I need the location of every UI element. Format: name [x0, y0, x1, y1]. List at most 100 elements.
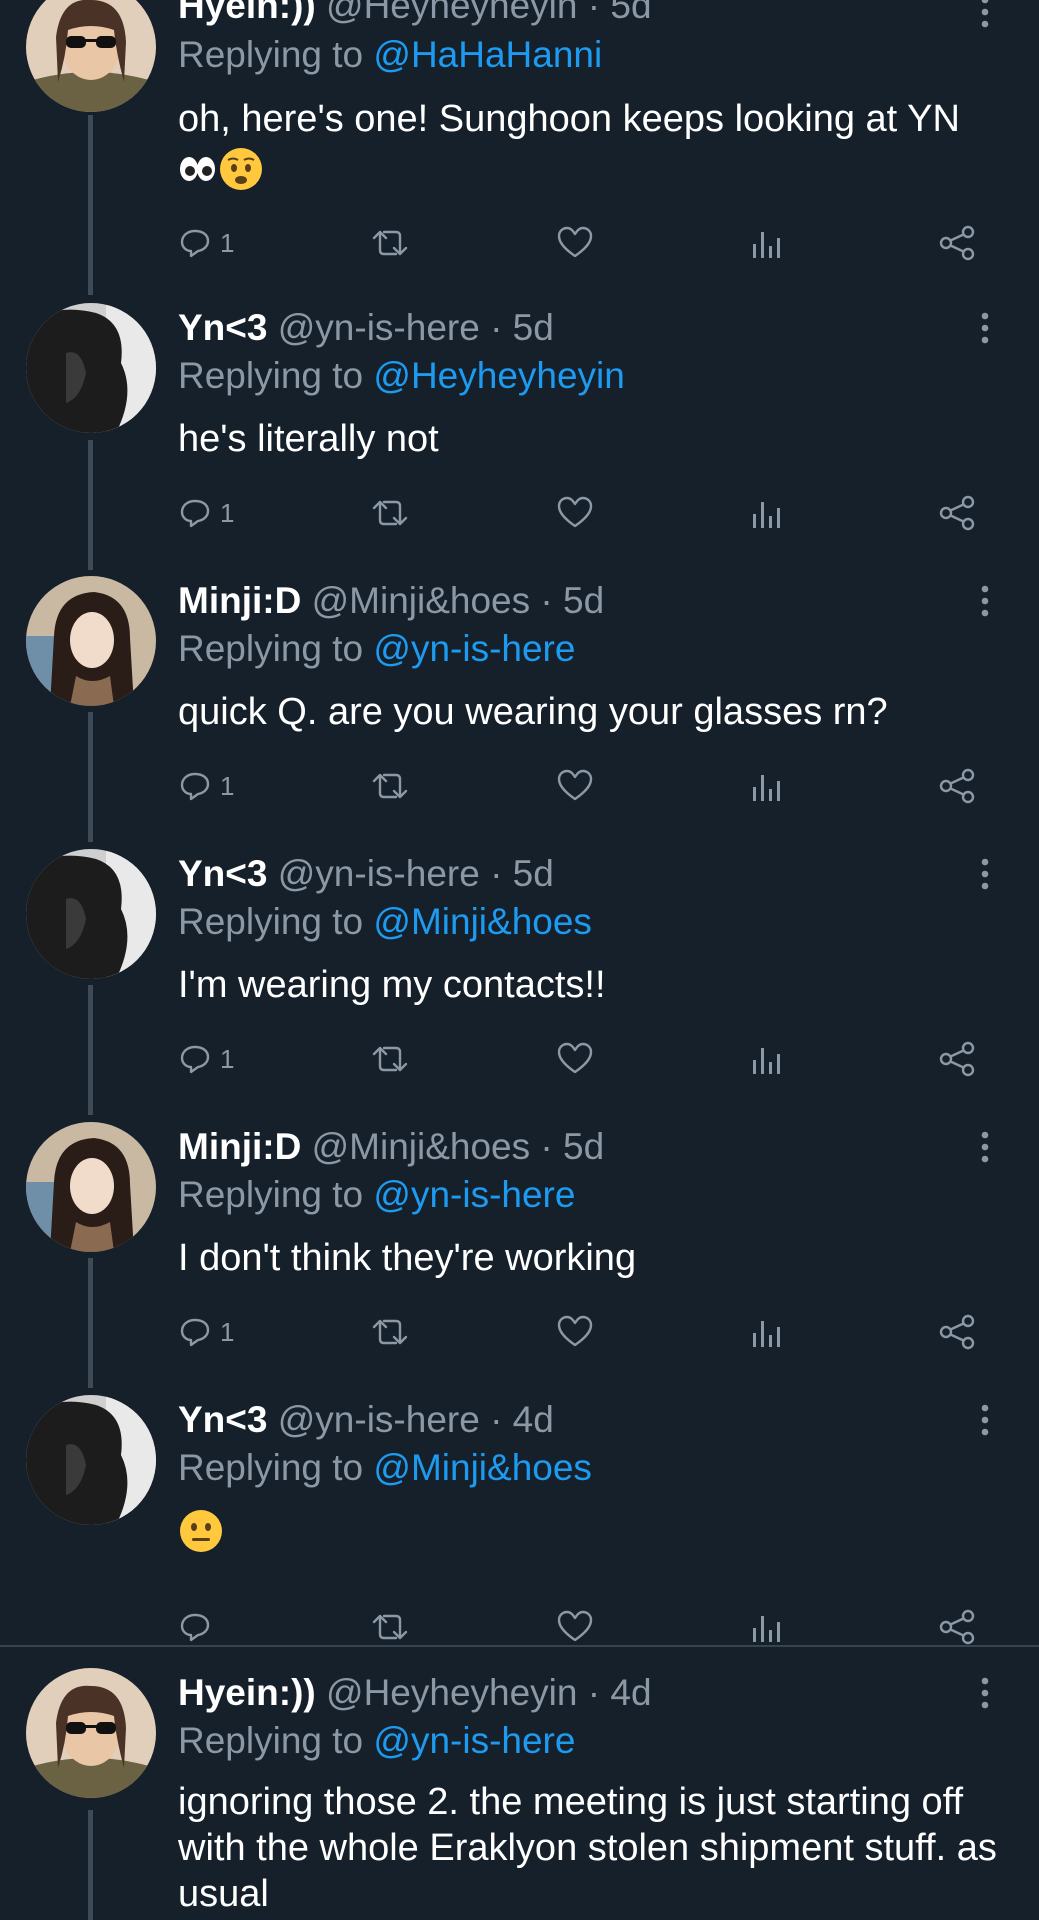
tweet-header: Minji:D @Minji&hoes · 5d — [178, 1125, 604, 1169]
reply-button[interactable]: 1 — [178, 488, 234, 538]
replying-to: Replying to @Minji&hoes — [178, 1446, 592, 1490]
retweet-button[interactable] — [368, 1034, 412, 1084]
handle-and-time: @Minji&hoes · 5d — [311, 580, 605, 621]
retweet-button[interactable] — [368, 218, 412, 268]
views-button[interactable] — [750, 1307, 782, 1357]
display-name[interactable]: Yn<3 — [178, 1399, 267, 1440]
like-button[interactable] — [556, 761, 594, 811]
like-button[interactable] — [556, 218, 594, 268]
replying-to-label: Replying to — [178, 34, 374, 75]
like-button[interactable] — [556, 488, 594, 538]
tweet-text: ignoring those 2. the meeting is just st… — [178, 1779, 1008, 1917]
display-name[interactable]: Hyein:)) — [178, 0, 316, 26]
share-button[interactable] — [938, 761, 978, 811]
avatar-minji[interactable] — [26, 1122, 156, 1252]
tweet-header: Hyein:)) @Heyheyheyin · 5d — [178, 0, 652, 28]
tweet-text: he's literally not — [178, 416, 1008, 462]
retweet-button[interactable] — [368, 761, 412, 811]
share-button[interactable] — [938, 1034, 978, 1084]
heart-icon — [557, 226, 593, 258]
thread-line — [88, 985, 93, 1115]
reply-bubble-icon — [180, 1613, 210, 1642]
views-button[interactable] — [750, 1034, 782, 1084]
tweet-text-content: oh, here's one! Sunghoon keeps looking a… — [178, 98, 960, 140]
thread-divider — [0, 1645, 1039, 1647]
mention-link[interactable]: @Heyheyheyin — [373, 355, 624, 396]
share-icon — [939, 768, 975, 804]
reply-bubble-icon — [180, 1045, 210, 1074]
mention-link[interactable]: @yn-is-here — [373, 1174, 575, 1215]
avatar-yn[interactable] — [26, 1395, 156, 1525]
action-bar: 1 — [178, 1307, 998, 1357]
reply-count: 1 — [220, 227, 235, 258]
replying-to-label: Replying to — [178, 1447, 374, 1488]
reply-button[interactable]: 1 — [178, 218, 234, 268]
views-button[interactable] — [750, 488, 782, 538]
more-options-button[interactable] — [973, 581, 997, 621]
replying-to-label: Replying to — [178, 355, 374, 396]
replying-to: Replying to @yn-is-here — [178, 1173, 575, 1217]
mention-link[interactable]: @yn-is-here — [373, 628, 575, 669]
analytics-bars-icon — [753, 502, 780, 528]
retweet-icon — [372, 1614, 408, 1640]
display-name[interactable]: Yn<3 — [178, 307, 267, 348]
display-name[interactable]: Minji:D — [178, 580, 301, 621]
more-options-button[interactable] — [973, 1400, 997, 1440]
reply-count: 1 — [220, 770, 235, 801]
replying-to-label: Replying to — [178, 901, 374, 942]
mention-link[interactable]: @Minji&hoes — [373, 901, 592, 942]
share-icon — [939, 225, 975, 261]
more-options-button[interactable] — [973, 1127, 997, 1167]
handle-and-time: @Minji&hoes · 5d — [311, 1126, 605, 1167]
tweet-text: I don't think they're working — [178, 1235, 1008, 1281]
analytics-bars-icon — [753, 1321, 780, 1347]
more-options-button[interactable] — [973, 854, 997, 894]
eyes-emoji — [180, 157, 215, 181]
avatar-yn[interactable] — [26, 849, 156, 979]
share-button[interactable] — [938, 1307, 978, 1357]
more-vertical-icon — [981, 1677, 989, 1709]
retweet-button[interactable] — [368, 488, 412, 538]
views-button[interactable] — [750, 218, 782, 268]
mention-link[interactable]: @Minji&hoes — [373, 1447, 592, 1488]
avatar-minji[interactable] — [26, 576, 156, 706]
avatar-hyein[interactable] — [26, 1668, 156, 1798]
display-name[interactable]: Hyein:)) — [178, 1672, 316, 1713]
action-bar: 1 — [178, 1034, 998, 1084]
handle-and-time: @yn-is-here · 5d — [277, 307, 554, 348]
reply-button[interactable]: 1 — [178, 1307, 234, 1357]
share-button[interactable] — [938, 488, 978, 538]
more-vertical-icon — [981, 0, 989, 28]
handle-and-time: @yn-is-here · 5d — [277, 853, 554, 894]
mention-link[interactable]: @HaHaHanni — [373, 34, 602, 75]
heart-icon — [557, 496, 593, 528]
retweet-button[interactable] — [368, 1307, 412, 1357]
avatar-yn[interactable] — [26, 303, 156, 433]
heart-icon — [557, 1042, 593, 1074]
more-options-button[interactable] — [973, 308, 997, 348]
replying-to-label: Replying to — [178, 628, 374, 669]
action-bar: 1 — [178, 488, 998, 538]
display-name[interactable]: Minji:D — [178, 1126, 301, 1167]
share-icon — [939, 1041, 975, 1077]
share-icon — [939, 1609, 975, 1645]
heart-icon — [557, 1315, 593, 1347]
anxious-face-emoji — [220, 148, 262, 190]
share-button[interactable] — [938, 218, 978, 268]
tweet-text-content: quick Q. are you wearing your glasses rn… — [178, 691, 888, 733]
more-options-button[interactable] — [973, 1673, 997, 1713]
views-button[interactable] — [750, 761, 782, 811]
like-button[interactable] — [556, 1307, 594, 1357]
mention-link[interactable]: @yn-is-here — [373, 1720, 575, 1761]
neutral-face-emoji — [180, 1510, 222, 1552]
display-name[interactable]: Yn<3 — [178, 853, 267, 894]
share-icon — [939, 1314, 975, 1350]
reply-button[interactable]: 1 — [178, 1034, 234, 1084]
analytics-bars-icon — [753, 1616, 780, 1642]
like-button[interactable] — [556, 1034, 594, 1084]
replying-to-label: Replying to — [178, 1720, 374, 1761]
avatar-hyein[interactable] — [26, 0, 156, 112]
more-options-button[interactable] — [973, 0, 997, 32]
reply-button[interactable]: 1 — [178, 761, 234, 811]
tweet-text: I'm wearing my contacts!! — [178, 962, 1008, 1008]
